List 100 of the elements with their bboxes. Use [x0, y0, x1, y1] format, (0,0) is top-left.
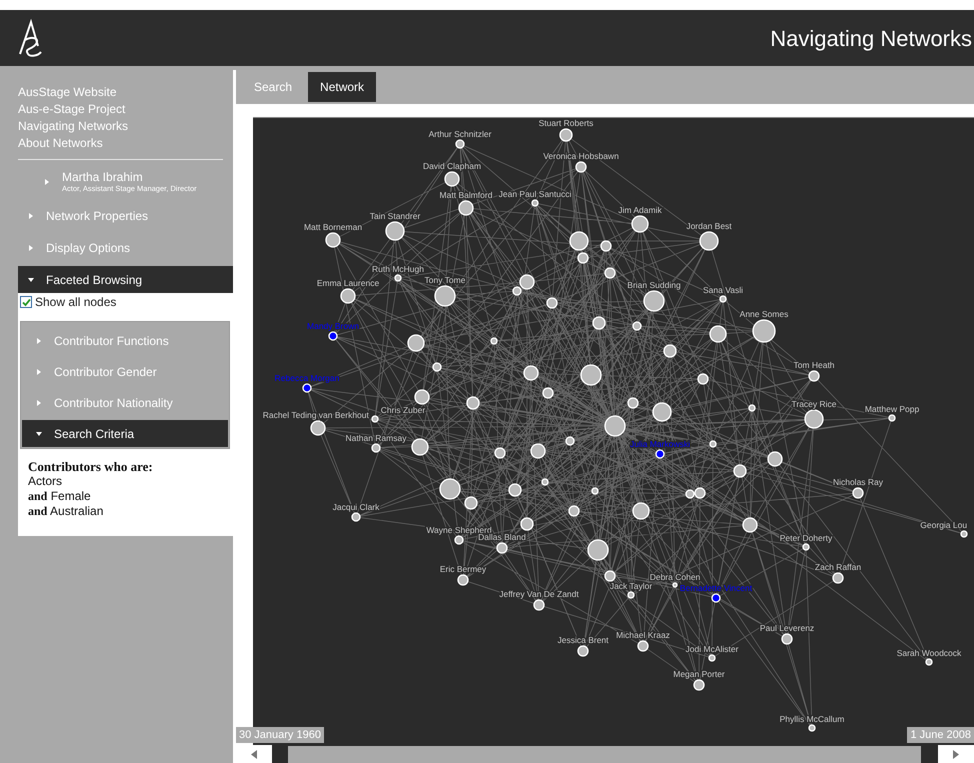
network-node[interactable]	[802, 543, 810, 551]
network-node[interactable]	[604, 570, 616, 582]
network-node[interactable]	[434, 285, 456, 307]
network-node[interactable]	[559, 128, 573, 142]
network-node[interactable]	[663, 344, 677, 358]
accordion-header[interactable]: Faceted Browsing	[18, 266, 233, 293]
network-node[interactable]	[351, 512, 361, 522]
network-node[interactable]	[407, 334, 425, 352]
network-node[interactable]	[490, 337, 498, 345]
accordion-header[interactable]: Display Options	[18, 234, 233, 261]
network-node[interactable]	[693, 679, 705, 691]
network-node[interactable]	[637, 640, 649, 652]
network-node[interactable]	[530, 443, 546, 459]
tab[interactable]: Search	[242, 72, 304, 102]
network-node[interactable]	[748, 404, 756, 412]
network-node[interactable]	[577, 645, 589, 657]
network-node[interactable]	[733, 464, 747, 478]
network-node[interactable]	[587, 539, 609, 561]
network-node[interactable]	[580, 364, 602, 386]
network-node[interactable]	[310, 420, 326, 436]
network-node[interactable]	[832, 572, 844, 584]
network-node[interactable]	[575, 161, 587, 173]
network-node[interactable]	[411, 438, 429, 456]
network-node[interactable]	[328, 331, 338, 341]
network-node[interactable]	[414, 389, 430, 405]
network-node[interactable]	[742, 517, 758, 533]
network-node[interactable]	[627, 397, 639, 409]
network-node[interactable]	[512, 286, 522, 296]
network-node[interactable]	[709, 440, 717, 448]
network-node[interactable]	[604, 267, 616, 279]
facet-header[interactable]: Search Criteria	[22, 420, 228, 447]
network-node[interactable]	[569, 231, 589, 251]
facet-header[interactable]: Contributor Functions	[22, 327, 228, 354]
network-node[interactable]	[781, 633, 793, 645]
network-node[interactable]	[804, 409, 824, 429]
facet-header[interactable]: Contributor Gender	[22, 358, 228, 385]
network-node[interactable]	[464, 496, 478, 510]
scroll-right-button[interactable]	[938, 745, 974, 763]
sidebar-link[interactable]: AusStage Website	[18, 84, 233, 101]
network-node[interactable]	[458, 200, 474, 216]
network-node[interactable]	[508, 483, 522, 497]
network-node[interactable]	[627, 591, 635, 599]
network-node[interactable]	[371, 443, 381, 453]
network-node[interactable]	[852, 487, 864, 499]
network-node[interactable]	[592, 316, 606, 330]
network-node[interactable]	[685, 489, 695, 499]
network-node[interactable]	[302, 383, 312, 393]
network-node[interactable]	[632, 502, 650, 520]
network-node[interactable]	[531, 199, 539, 207]
network-node[interactable]	[604, 415, 626, 437]
network-node[interactable]	[752, 319, 776, 343]
network-node[interactable]	[466, 396, 480, 410]
network-node[interactable]	[631, 215, 649, 233]
network-node[interactable]	[767, 451, 783, 467]
network-node[interactable]	[457, 574, 469, 586]
network-node[interactable]	[496, 542, 508, 554]
network-node[interactable]	[533, 599, 545, 611]
network-node[interactable]	[454, 535, 464, 545]
network-node[interactable]	[494, 447, 506, 459]
network-node[interactable]	[888, 414, 896, 422]
network-node[interactable]	[808, 724, 816, 732]
network-node[interactable]	[541, 478, 549, 486]
network-node[interactable]	[652, 402, 672, 422]
network-node[interactable]	[655, 449, 665, 459]
network-node[interactable]	[519, 274, 535, 290]
network-node[interactable]	[439, 478, 461, 500]
sidebar-link[interactable]: About Networks	[18, 135, 233, 152]
network-node[interactable]	[568, 505, 580, 517]
network-node[interactable]	[708, 654, 716, 662]
network-node[interactable]	[600, 240, 612, 252]
network-node[interactable]	[432, 362, 442, 372]
scroll-thumb[interactable]	[288, 746, 921, 763]
network-node[interactable]	[325, 232, 341, 248]
network-node[interactable]	[394, 274, 402, 282]
network-node[interactable]	[591, 487, 599, 495]
network-node[interactable]	[711, 593, 721, 603]
show-all-checkbox[interactable]	[20, 296, 32, 308]
network-node[interactable]	[672, 582, 678, 588]
network-node[interactable]	[719, 295, 727, 303]
network-node[interactable]	[385, 221, 405, 241]
network-node[interactable]	[960, 530, 968, 538]
network-node[interactable]	[520, 517, 534, 531]
network-node[interactable]	[709, 325, 727, 343]
network-node[interactable]	[371, 415, 379, 423]
network-node[interactable]	[546, 297, 558, 309]
facet-header[interactable]: Contributor Nationality	[22, 389, 228, 416]
network-node[interactable]	[643, 290, 665, 312]
sidebar-link[interactable]: Navigating Networks	[18, 118, 233, 135]
tab[interactable]: Network	[308, 72, 376, 102]
network-node[interactable]	[444, 171, 460, 187]
network-node[interactable]	[699, 231, 719, 251]
scroll-left-button[interactable]	[236, 745, 272, 763]
network-node[interactable]	[523, 365, 539, 381]
network-node[interactable]	[808, 370, 820, 382]
network-node[interactable]	[565, 436, 575, 446]
network-node[interactable]	[697, 373, 709, 385]
network-node[interactable]	[577, 252, 589, 264]
network-node[interactable]	[925, 658, 933, 666]
network-node[interactable]	[455, 139, 465, 149]
timeline-scrollbar[interactable]	[236, 745, 974, 763]
